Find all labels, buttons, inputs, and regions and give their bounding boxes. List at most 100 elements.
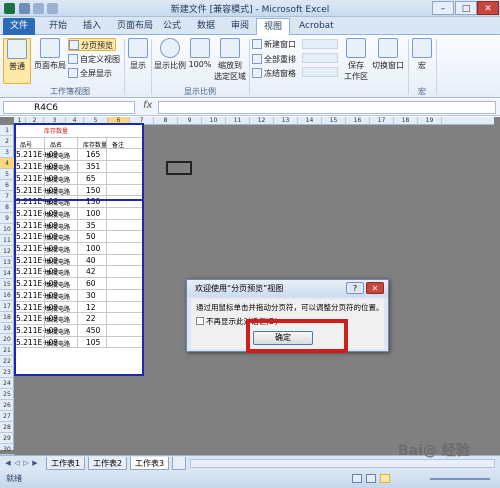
unhide-button[interactable] <box>302 67 338 77</box>
tab-file[interactable]: 文件 <box>3 18 36 35</box>
checkbox-box[interactable] <box>196 317 204 325</box>
column-header-cell[interactable]: 16 <box>346 117 370 125</box>
row-header-cell[interactable]: 22 <box>0 356 14 367</box>
custom-views-button[interactable]: 自定义视图 <box>68 53 120 66</box>
new-window-button[interactable]: 新建窗口 <box>252 38 296 51</box>
row-header-cell[interactable]: 25 <box>0 389 14 400</box>
tab-view[interactable]: 视图 <box>256 18 291 35</box>
row-header-cell[interactable]: 28 <box>0 422 14 433</box>
page-break-preview-button[interactable]: 分页预览 <box>68 38 116 51</box>
sheet-tab-1[interactable]: 工作表1 <box>46 457 86 470</box>
row-header-cell[interactable]: 15 <box>0 279 14 290</box>
formula-input[interactable] <box>158 101 496 114</box>
last-sheet-icon[interactable]: ▶ <box>31 459 39 468</box>
hide-button[interactable] <box>302 53 338 63</box>
minimize-button[interactable]: – <box>432 1 454 15</box>
page-layout-view-button[interactable]: 页面布局 <box>33 38 67 71</box>
fx-icon[interactable]: fx <box>143 100 152 111</box>
row-header-cell[interactable]: 26 <box>0 400 14 411</box>
column-header-cell[interactable]: 15 <box>322 117 346 125</box>
column-header-cell[interactable]: 10 <box>202 117 226 125</box>
column-header-cell[interactable]: 9 <box>178 117 202 125</box>
page-break-line[interactable] <box>14 199 144 201</box>
row-header-cell[interactable]: 7 <box>0 191 14 202</box>
split-button[interactable] <box>302 39 338 49</box>
column-header-cell[interactable]: 18 <box>394 117 418 125</box>
column-header-cell[interactable]: 14 <box>298 117 322 125</box>
tab-formulas[interactable]: 公式 <box>156 18 188 35</box>
row-header-cell[interactable]: 6 <box>0 180 14 191</box>
show-button[interactable]: 显示 <box>127 38 149 71</box>
row-header-cell[interactable]: 30 <box>0 444 14 455</box>
row-header-cell[interactable]: 16 <box>0 290 14 301</box>
close-button[interactable]: ✕ <box>477 1 499 15</box>
active-cell[interactable] <box>166 161 192 175</box>
page-break-status-icon[interactable] <box>380 474 390 483</box>
tab-acrobat[interactable]: Acrobat <box>292 18 341 35</box>
macros-button[interactable]: 宏 <box>412 38 432 71</box>
page-layout-status-icon[interactable] <box>366 474 376 483</box>
save-workspace-button[interactable]: 保存 工作区 <box>342 38 370 82</box>
tab-page-layout[interactable]: 页面布局 <box>110 18 160 35</box>
normal-view-status-icon[interactable] <box>352 474 362 483</box>
next-sheet-icon[interactable]: ▷ <box>22 459 30 468</box>
row-header-cell[interactable]: 10 <box>0 224 14 235</box>
column-header-cell[interactable]: 13 <box>274 117 298 125</box>
save-workspace-label-2: 工作区 <box>344 72 368 81</box>
row-header-cell[interactable]: 14 <box>0 268 14 279</box>
tab-insert[interactable]: 插入 <box>76 18 108 35</box>
row-header-cell[interactable]: 1 <box>0 125 14 136</box>
arrange-all-button[interactable]: 全部重排 <box>252 53 296 66</box>
row-header-cell[interactable]: 29 <box>0 433 14 444</box>
freeze-panes-button[interactable]: 冻结窗格 <box>252 67 296 80</box>
row-header-cell[interactable]: 23 <box>0 367 14 378</box>
normal-view-button[interactable]: 普通 <box>3 38 31 84</box>
row-header-cell[interactable]: 8 <box>0 202 14 213</box>
first-sheet-icon[interactable]: ◀ <box>4 459 12 468</box>
row-header-cell[interactable]: 11 <box>0 235 14 246</box>
column-header-cell[interactable]: 8 <box>154 117 178 125</box>
column-header-cell[interactable]: 17 <box>370 117 394 125</box>
insert-sheet-icon[interactable] <box>172 457 186 470</box>
tab-data[interactable]: 数据 <box>190 18 222 35</box>
row-header-cell[interactable]: 24 <box>0 378 14 389</box>
column-header-cell[interactable]: 11 <box>226 117 250 125</box>
page-border <box>14 123 144 376</box>
ribbon-tabs: 文件 开始 插入 页面布局 公式 数据 审阅 视图 Acrobat <box>0 17 500 35</box>
row-header-cell[interactable]: 4 <box>0 158 14 169</box>
row-header-cell[interactable]: 21 <box>0 345 14 356</box>
divider <box>408 39 409 95</box>
tab-review[interactable]: 审阅 <box>224 18 256 35</box>
freeze-panes-label: 冻结窗格 <box>264 69 296 78</box>
zoom-100-button[interactable]: 100% <box>188 38 212 69</box>
horizontal-scrollbar[interactable] <box>190 459 495 468</box>
row-header-cell[interactable]: 5 <box>0 169 14 180</box>
zoom-to-selection-button[interactable]: 缩放到 选定区域 <box>213 38 247 82</box>
normal-view-icon <box>7 39 27 59</box>
dialog-close-button[interactable]: ✕ <box>366 282 384 294</box>
row-header-cell[interactable]: 19 <box>0 323 14 334</box>
zoom-slider[interactable] <box>430 478 490 480</box>
name-box[interactable]: R4C6 <box>3 101 135 114</box>
row-header-cell[interactable]: 13 <box>0 257 14 268</box>
status-text: 就绪 <box>6 474 22 483</box>
row-header-cell[interactable]: 20 <box>0 334 14 345</box>
row-header-cell[interactable]: 18 <box>0 312 14 323</box>
column-header-cell[interactable]: 19 <box>418 117 442 125</box>
help-button[interactable]: ? <box>346 282 364 294</box>
sheet-tab-2[interactable]: 工作表2 <box>88 457 128 470</box>
tab-home[interactable]: 开始 <box>42 18 74 35</box>
sheet-tab-3[interactable]: 工作表3 <box>130 457 170 470</box>
row-header-cell[interactable]: 27 <box>0 411 14 422</box>
full-screen-button[interactable]: 全屏显示 <box>68 67 112 80</box>
row-header-cell[interactable]: 3 <box>0 147 14 158</box>
row-header-cell[interactable]: 12 <box>0 246 14 257</box>
column-header-cell[interactable]: 12 <box>250 117 274 125</box>
maximize-button[interactable]: □ <box>455 1 477 15</box>
prev-sheet-icon[interactable]: ◁ <box>13 459 21 468</box>
row-header-cell[interactable]: 2 <box>0 136 14 147</box>
row-header-cell[interactable]: 9 <box>0 213 14 224</box>
row-header-cell[interactable]: 17 <box>0 301 14 312</box>
zoom-button[interactable]: 显示比例 <box>153 38 187 71</box>
switch-windows-button[interactable]: 切换窗口 <box>371 38 405 71</box>
